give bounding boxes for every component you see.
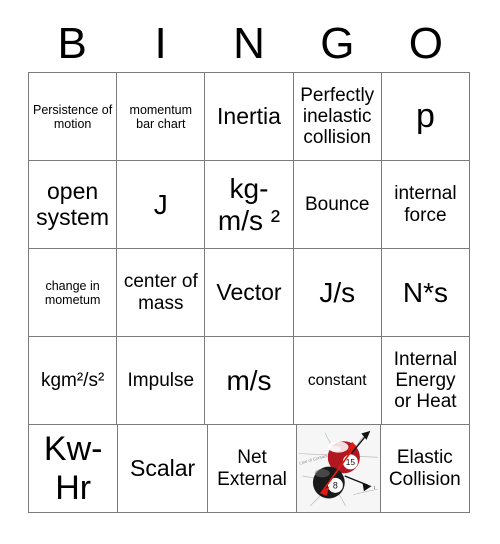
bingo-row: change in mometum center of mass Vector … — [29, 249, 471, 337]
header-letter-o: O — [408, 19, 443, 68]
bingo-cell[interactable]: J/s — [293, 249, 382, 337]
header-letter-n: N — [233, 19, 265, 68]
bingo-cell[interactable]: Bounce — [293, 161, 382, 249]
bingo-row: Kw- Hr Scalar Net External Line of Conta… — [29, 425, 471, 513]
bingo-cell[interactable]: kg- m/s ² — [205, 161, 294, 249]
bingo-cell[interactable]: constant — [293, 337, 382, 425]
bingo-cell[interactable]: Internal Energy or Heat — [381, 337, 471, 425]
bingo-cell-label: Elastic Collision — [388, 447, 461, 490]
bingo-cell-label: Scalar — [130, 454, 196, 481]
bingo-cell[interactable]: Scalar — [118, 425, 208, 513]
bingo-cell[interactable]: Elastic Collision — [380, 425, 471, 513]
bingo-cell-label: Inertia — [217, 102, 281, 129]
bingo-cell-label: Perfectly inelastic collision — [300, 84, 375, 149]
bingo-cell-label: momentum bar chart — [129, 102, 193, 131]
bingo-cell[interactable]: open system — [29, 161, 118, 249]
bingo-cell-label: m/s — [226, 364, 272, 396]
billiard-ball-collision-icon: Line of Contact 15 8 t — [297, 427, 380, 510]
bingo-cell[interactable]: Kw- Hr — [29, 425, 119, 513]
bingo-cell[interactable]: Inertia — [205, 73, 294, 161]
bingo-cell[interactable]: center of mass — [117, 249, 206, 337]
bingo-cell-label: Net External — [217, 447, 287, 490]
bingo-cell[interactable]: p — [381, 73, 471, 161]
header-letter-b: B — [57, 19, 87, 68]
bingo-cell-label: p — [415, 97, 435, 136]
bingo-cell-label: J/s — [319, 276, 356, 308]
bingo-row: open system J kg- m/s ² Bounce internal … — [29, 161, 471, 249]
bingo-cell[interactable]: Impulse — [117, 337, 206, 425]
bingo-cell-label: Vector — [216, 278, 282, 305]
bingo-cell[interactable]: Net External — [207, 425, 298, 513]
bingo-cell[interactable]: m/s — [205, 337, 294, 425]
bingo-cell-label: kg- m/s ² — [217, 173, 281, 236]
bingo-cell-image[interactable]: Line of Contact 15 8 t — [297, 425, 381, 513]
bingo-card: B I N G O Persistence of motion momentum… — [28, 16, 471, 513]
bingo-cell[interactable]: momentum bar chart — [117, 73, 206, 161]
bingo-cell-label: Persistence of motion — [32, 102, 113, 131]
bingo-cell[interactable]: kgm²/s² — [29, 337, 118, 425]
bingo-row: Persistence of motion momentum bar chart… — [29, 73, 471, 161]
bingo-row: kgm²/s² Impulse m/s constant Internal En… — [29, 337, 471, 425]
bingo-cell-label: change in mometum — [44, 278, 101, 307]
bingo-header-row: B I N G O — [28, 16, 470, 72]
ball-number-15: 15 — [346, 457, 356, 467]
bingo-cell-label: Kw- Hr — [43, 430, 103, 507]
bingo-cell[interactable]: internal force — [381, 161, 471, 249]
bingo-cell[interactable]: J — [117, 161, 206, 249]
bingo-grid: Persistence of motion momentum bar chart… — [28, 72, 471, 513]
bingo-cell[interactable]: change in mometum — [29, 249, 118, 337]
bingo-cell[interactable]: N*s — [381, 249, 471, 337]
bingo-cell-label: Internal Energy or Heat — [393, 348, 458, 413]
bingo-cell-label: J — [153, 188, 168, 220]
bingo-cell-label: constant — [307, 371, 367, 389]
bingo-cell-label: N*s — [402, 276, 448, 308]
bingo-cell[interactable]: Persistence of motion — [29, 73, 118, 161]
bingo-cell-label: kgm²/s² — [40, 369, 105, 391]
bingo-cell-label: open system — [36, 177, 110, 230]
bingo-cell[interactable]: Vector — [205, 249, 294, 337]
header-letter-i: I — [154, 19, 167, 68]
bingo-cell-label: internal force — [394, 183, 457, 226]
ball-number-8: 8 — [333, 481, 338, 491]
header-letter-g: G — [320, 19, 355, 68]
bingo-cell-label: Bounce — [304, 193, 370, 215]
bingo-cell[interactable]: Perfectly inelastic collision — [293, 73, 382, 161]
bingo-cell-label: Impulse — [127, 369, 195, 391]
bingo-cell-label: center of mass — [123, 271, 198, 314]
